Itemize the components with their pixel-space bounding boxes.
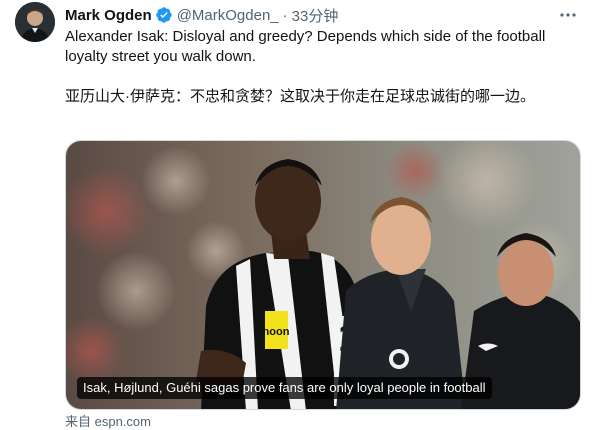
avatar-photo	[15, 2, 55, 42]
timestamp[interactable]: 33分钟	[292, 5, 339, 26]
more-horizontal-icon[interactable]	[557, 4, 579, 26]
kit-sponsor-badge: noon	[263, 326, 290, 338]
card-caption: Isak, Højlund, Guéhi sagas prove fans ar…	[77, 377, 492, 399]
avatar[interactable]	[15, 2, 55, 42]
card-source-link[interactable]: 来自 espn.com	[65, 414, 151, 430]
display-name[interactable]: Mark Ogden	[65, 7, 152, 24]
link-card[interactable]: noon 1 Isak, Højlund, Guéhi sagas prove …	[65, 140, 581, 410]
user-handle[interactable]: @MarkOgden_	[177, 7, 279, 24]
tweet-header: Mark Ogden @MarkOgden_ · 33分钟	[65, 5, 338, 25]
tweet-text-english: Alexander Isak: Disloyal and greedy? Dep…	[65, 28, 546, 65]
verified-badge-icon	[155, 6, 173, 24]
tweet-text-chinese: 亚历山大·伊萨克：不忠和贪婪？这取决于你走在足球忠诚街的哪一边。	[65, 88, 535, 105]
separator-dot: ·	[282, 6, 288, 24]
card-photo: noon 1	[66, 141, 580, 409]
tweet: Mark Ogden @MarkOgden_ · 33分钟 Alexander …	[0, 0, 595, 430]
tweet-text: Alexander Isak: Disloyal and greedy? Dep…	[65, 27, 575, 107]
